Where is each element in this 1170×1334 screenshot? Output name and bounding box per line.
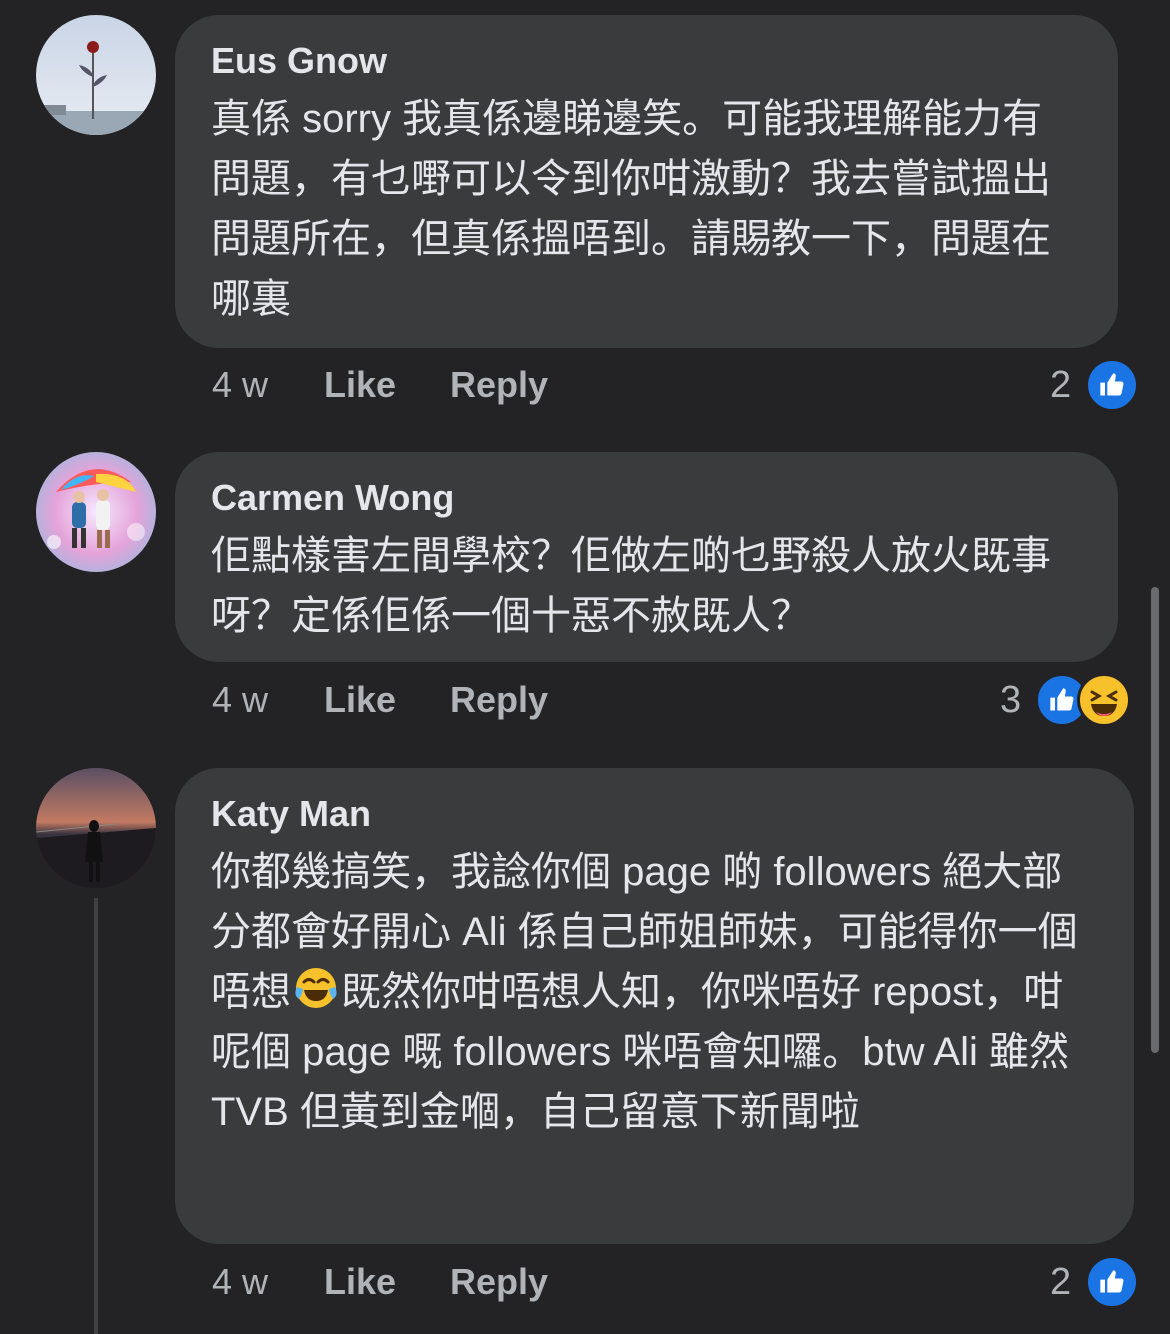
comment-bubble: Eus Gnow 真係 sorry 我真係邊睇邊笑。可能我理解能力有問題，有乜嘢… <box>175 15 1118 348</box>
comment-author[interactable]: Eus Gnow <box>211 39 1082 83</box>
like-button[interactable]: Like <box>324 1261 450 1303</box>
scrollbar[interactable] <box>1151 587 1159 1053</box>
avatar[interactable] <box>36 15 156 135</box>
comment-bubble: Katy Man 你都幾搞笑，我諗你個 page 啲 followers 絕大部… <box>175 768 1134 1244</box>
like-button[interactable]: Like <box>324 364 450 406</box>
like-button[interactable]: Like <box>324 679 450 721</box>
comment-text: 真係 sorry 我真係邊睇邊笑。可能我理解能力有問題，有乜嘢可以令到你咁激動？… <box>211 97 1051 321</box>
reaction-count: 2 <box>1050 363 1072 406</box>
reply-button[interactable]: Reply <box>450 679 548 721</box>
comment-author[interactable]: Carmen Wong <box>211 476 1082 520</box>
reaction-count: 2 <box>1050 1260 1072 1303</box>
reaction-summary[interactable]: 2 <box>1050 1255 1140 1309</box>
comment-text: 佢點樣害左間學校？佢做左啲乜野殺人放火既事呀？定係佢係一個十惡不赦既人？ <box>211 534 1051 638</box>
thread-line <box>94 898 98 1334</box>
comment-actions: 4 w Like Reply <box>212 675 548 725</box>
reaction-summary[interactable]: 3 <box>1000 673 1132 727</box>
avatar[interactable] <box>36 452 156 572</box>
like-icon <box>1085 358 1140 412</box>
comment-actions: 4 w Like Reply <box>212 360 548 410</box>
reaction-count: 3 <box>1000 678 1022 721</box>
comment-text: 你都幾搞笑，我諗你個 page 啲 followers 絕大部分都會好開心 Al… <box>211 842 1098 1142</box>
reply-button[interactable]: Reply <box>450 1261 548 1303</box>
comment-timestamp[interactable]: 4 w <box>212 1261 324 1303</box>
like-icon <box>1085 1255 1140 1309</box>
joy-emoji-icon <box>293 965 339 1011</box>
comment-timestamp[interactable]: 4 w <box>212 679 324 721</box>
comment-text-part: 既然你咁唔想人知，你咪唔好 repost，咁呢個 page 嘅 follower… <box>211 970 1069 1134</box>
comment-bubble: Carmen Wong 佢點樣害左間學校？佢做左啲乜野殺人放火既事呀？定係佢係一… <box>175 452 1118 662</box>
comment-author[interactable]: Katy Man <box>211 792 1098 836</box>
reaction-summary[interactable]: 2 <box>1050 358 1140 412</box>
comment-actions: 4 w Like Reply <box>212 1257 548 1307</box>
reply-button[interactable]: Reply <box>450 364 548 406</box>
haha-icon <box>1077 673 1132 727</box>
comment-timestamp[interactable]: 4 w <box>212 364 324 406</box>
avatar[interactable] <box>36 768 156 888</box>
